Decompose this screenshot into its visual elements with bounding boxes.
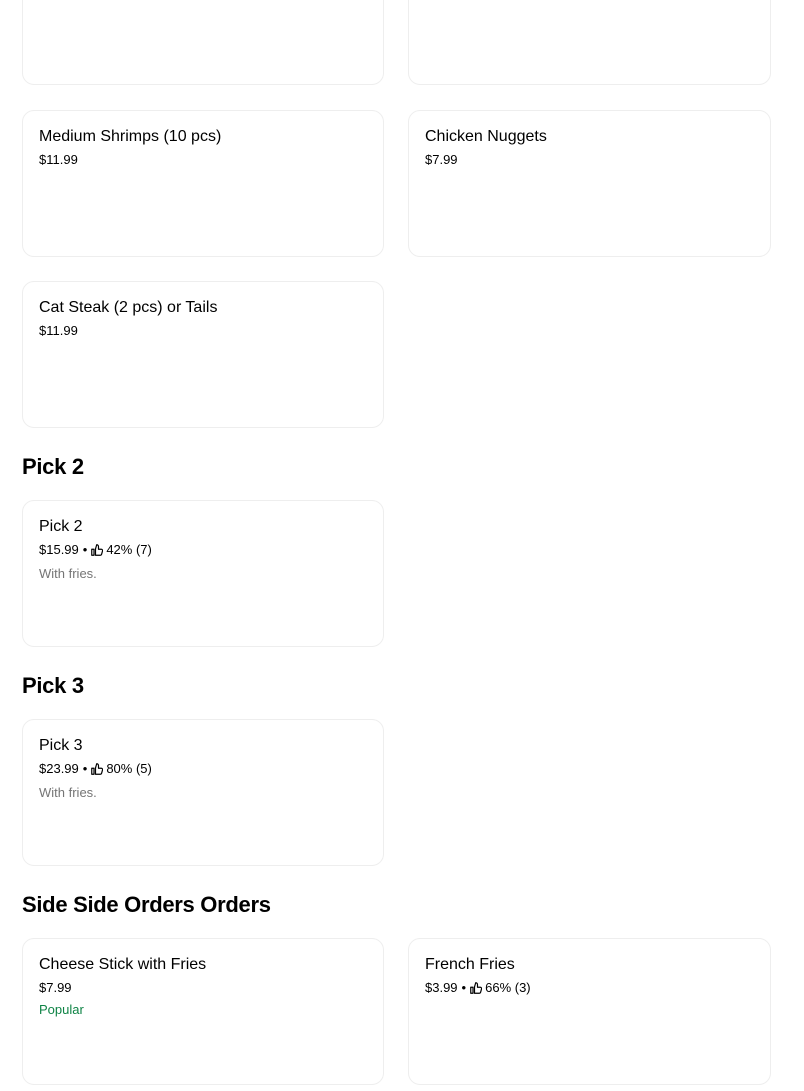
popular-badge: Popular [39,1002,84,1017]
menu-item-card-cat-steak[interactable]: Cat Steak (2 pcs) or Tails $11.99 [22,281,384,428]
meta-separator: • [461,980,467,995]
item-name: Medium Shrimps (10 pcs) [39,128,222,145]
item-meta: $15.99 • 42% (7) [39,541,367,559]
menu-item-card-pick-2[interactable]: Pick 2 $15.99 • 42% (7) With fries. [22,500,384,647]
item-name: Cheese Stick with Fries [39,956,207,973]
menu-item-card-cheese-stick[interactable]: Cheese Stick with Fries $7.99 Popular [22,938,384,1085]
item-price: $3.99 [425,980,458,995]
section-title-pick-2: Pick 2 [22,454,84,479]
item-meta: $23.99 • 80% (5) [39,760,367,778]
thumbs-up-icon [91,544,104,556]
item-name: French Fries [425,956,515,973]
menu-item-card[interactable] [408,0,771,85]
item-meta: $7.99 [425,151,754,169]
item-description: With fries. [39,566,97,581]
menu-item-card-french-fries[interactable]: French Fries $3.99 • 66% (3) [408,938,771,1085]
item-price: $15.99 [39,542,79,557]
section-title-side-orders: Side Side Orders Orders [22,892,271,917]
item-name: Pick 2 [39,518,83,535]
item-rating: 66% (3) [485,980,531,995]
item-meta: $11.99 [39,322,367,340]
meta-separator: • [82,761,88,776]
menu-item-card-chicken-nuggets[interactable]: Chicken Nuggets $7.99 [408,110,771,257]
item-price: $7.99 [39,980,72,995]
thumbs-up-icon [470,982,483,994]
thumbs-up-icon [91,763,104,775]
item-name: Pick 3 [39,737,83,754]
item-price: $7.99 [425,152,458,167]
item-rating: 80% (5) [106,761,152,776]
item-price: $11.99 [39,323,78,338]
item-meta: $11.99 [39,151,367,169]
menu-item-card-pick-3[interactable]: Pick 3 $23.99 • 80% (5) With fries. [22,719,384,866]
item-meta: $7.99 [39,979,367,997]
section-title-pick-3: Pick 3 [22,673,84,698]
item-price: $23.99 [39,761,79,776]
item-rating: 42% (7) [106,542,152,557]
menu-item-card[interactable] [22,0,384,85]
item-price: $11.99 [39,152,78,167]
item-description: With fries. [39,785,97,800]
item-meta: $3.99 • 66% (3) [425,979,754,997]
menu-item-card-medium-shrimps[interactable]: Medium Shrimps (10 pcs) $11.99 [22,110,384,257]
item-name: Chicken Nuggets [425,128,547,145]
meta-separator: • [82,542,88,557]
item-name: Cat Steak (2 pcs) or Tails [39,299,218,316]
